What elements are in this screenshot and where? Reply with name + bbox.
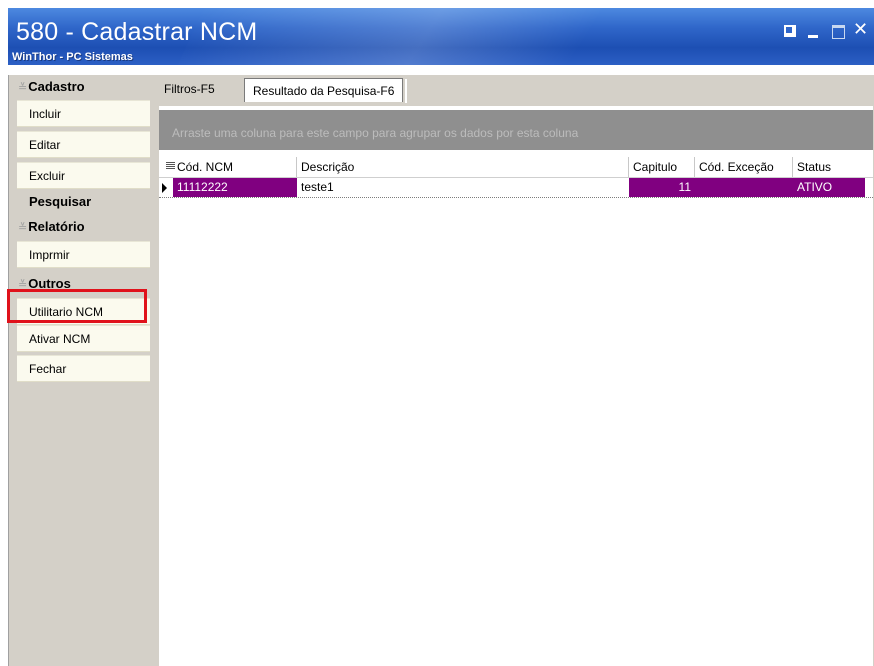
sidebar-group-outros[interactable]: ≚Outros — [18, 275, 71, 293]
imprimir-button[interactable]: Imprmir — [17, 241, 156, 268]
chevron-collapse-icon: ≚ — [18, 222, 28, 234]
close-icon[interactable]: ✕ — [853, 21, 869, 39]
maximize-icon[interactable] — [831, 24, 847, 40]
cell-descricao[interactable]: teste1 — [297, 178, 629, 197]
results-panel: Arraste uma coluna para este campo para … — [159, 106, 873, 666]
grid-header: Cód. NCM Descrição Capitulo Cód. Exceção… — [159, 157, 873, 178]
title-bar: 580 - Cadastrar NCM WinThor - PC Sistema… — [8, 8, 874, 65]
utilitario-ncm-button[interactable]: Utilitario NCM — [17, 298, 156, 325]
cell-cod-excecao[interactable] — [695, 178, 793, 197]
app-subtitle: WinThor - PC Sistemas — [12, 51, 133, 63]
group-by-drop-area[interactable]: Arraste uma coluna para este campo para … — [159, 110, 873, 150]
restore-icon[interactable] — [783, 24, 799, 40]
sidebar-group-cadastro[interactable]: ≚Cadastro — [18, 78, 85, 96]
tab-resultado-pesquisa[interactable]: Resultado da Pesquisa-F6 — [244, 78, 408, 103]
main-area: Filtros-F5 Resultado da Pesquisa-F6 Arra… — [150, 75, 874, 666]
chevron-collapse-icon: ≚ — [18, 279, 28, 291]
column-header-cod-excecao[interactable]: Cód. Exceção — [695, 157, 793, 177]
incluir-button[interactable]: Incluir — [17, 100, 156, 127]
sidebar-group-label: Relatório — [28, 219, 85, 234]
column-header-descricao[interactable]: Descrição — [297, 157, 629, 177]
column-header-status[interactable]: Status — [793, 157, 865, 177]
row-indicator-icon — [159, 178, 173, 197]
ativar-ncm-button[interactable]: Ativar NCM — [17, 325, 156, 352]
column-header-cod-ncm[interactable]: Cód. NCM — [173, 157, 297, 177]
sidebar-group-relatorio[interactable]: ≚Relatório — [18, 218, 85, 236]
window-title: 580 - Cadastrar NCM — [16, 18, 258, 46]
tab-filtros[interactable]: Filtros-F5 — [164, 77, 215, 101]
editar-button[interactable]: Editar — [17, 131, 156, 158]
cell-cod-ncm[interactable]: 11112222 — [173, 178, 297, 197]
column-header-capitulo[interactable]: Capitulo — [629, 157, 695, 177]
fechar-button[interactable]: Fechar — [17, 355, 156, 382]
column-chooser-icon[interactable] — [159, 157, 175, 177]
table-row[interactable]: 11112222 teste1 11 ATIVO — [159, 178, 873, 198]
minimize-icon[interactable] — [806, 24, 822, 40]
cell-status[interactable]: ATIVO — [793, 178, 865, 197]
sidebar-group-label: Cadastro — [28, 79, 85, 94]
cell-capitulo[interactable]: 11 — [629, 178, 695, 197]
sidebar: ≚Cadastro Incluir Editar Excluir Pesquis… — [8, 75, 156, 666]
excluir-button[interactable]: Excluir — [17, 162, 156, 189]
sidebar-group-pesquisar[interactable]: Pesquisar — [29, 193, 91, 211]
chevron-collapse-icon: ≚ — [18, 82, 28, 94]
sidebar-group-label: Outros — [28, 276, 71, 291]
